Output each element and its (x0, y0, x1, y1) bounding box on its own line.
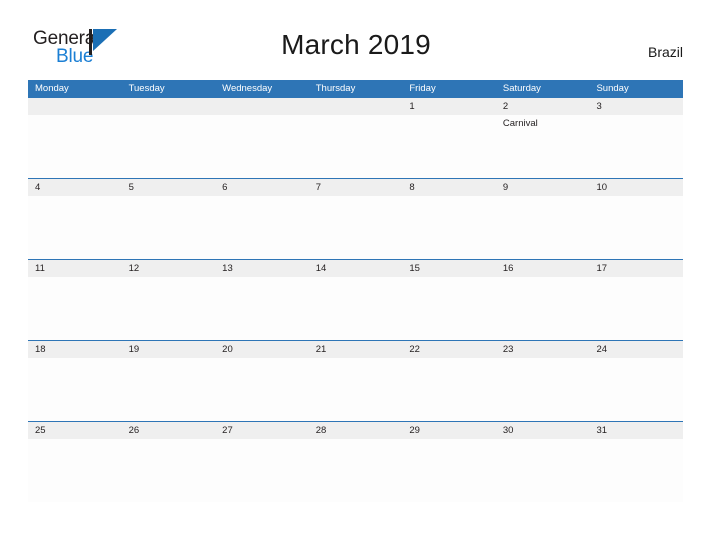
week-body-strip: Carnival (28, 115, 683, 178)
day-number[interactable]: 16 (496, 260, 590, 277)
day-cell[interactable] (589, 358, 683, 421)
day-number[interactable]: 6 (215, 179, 309, 196)
day-number[interactable]: 17 (589, 260, 683, 277)
day-cell[interactable] (28, 358, 122, 421)
day-cell[interactable]: Carnival (496, 115, 590, 178)
day-cell[interactable] (28, 196, 122, 259)
day-number[interactable]: 2 (496, 98, 590, 115)
day-cell[interactable] (28, 115, 122, 178)
day-cell[interactable] (309, 115, 403, 178)
day-number[interactable]: 27 (215, 422, 309, 439)
weekday-header-saturday: Saturday (502, 83, 541, 94)
event-label: Carnival (502, 118, 538, 129)
day-number[interactable]: 5 (122, 179, 216, 196)
day-cell[interactable] (402, 196, 496, 259)
day-number[interactable]: 11 (28, 260, 122, 277)
day-number[interactable]: 8 (402, 179, 496, 196)
day-number[interactable]: 30 (496, 422, 590, 439)
day-cell[interactable] (122, 277, 216, 340)
week-row: 25 26 27 28 29 30 31 (28, 421, 683, 502)
day-number[interactable]: 24 (589, 341, 683, 358)
day-cell[interactable] (215, 439, 309, 502)
weekday-header-thursday: Thursday (315, 83, 356, 94)
day-cell[interactable] (215, 115, 309, 178)
day-cell[interactable] (402, 277, 496, 340)
day-cell[interactable] (402, 358, 496, 421)
calendar-grid: Monday Tuesday Wednesday Thursday Friday… (28, 80, 683, 502)
day-cell[interactable] (496, 439, 590, 502)
day-number[interactable]: 13 (215, 260, 309, 277)
week-body-strip (28, 439, 683, 502)
day-number[interactable]: 7 (309, 179, 403, 196)
day-number[interactable]: 3 (589, 98, 683, 115)
week-row: 11 12 13 14 15 16 17 (28, 259, 683, 340)
day-cell[interactable] (309, 358, 403, 421)
day-cell[interactable] (28, 439, 122, 502)
page-header: General Blue March 2019 Brazil (0, 0, 712, 80)
week-day-number-strip: 25 26 27 28 29 30 31 (28, 422, 683, 439)
day-cell[interactable] (589, 439, 683, 502)
day-cell[interactable] (402, 115, 496, 178)
day-cell[interactable] (122, 196, 216, 259)
day-cell[interactable] (589, 196, 683, 259)
day-cell[interactable] (122, 439, 216, 502)
day-number[interactable]: 18 (28, 341, 122, 358)
day-number[interactable]: 12 (122, 260, 216, 277)
day-number[interactable]: 19 (122, 341, 216, 358)
day-number[interactable]: 15 (402, 260, 496, 277)
week-day-number-strip: 4 5 6 7 8 9 10 (28, 179, 683, 196)
week-row: 18 19 20 21 22 23 24 (28, 340, 683, 421)
day-number[interactable] (28, 98, 122, 115)
page-title: March 2019 (281, 29, 431, 60)
day-number[interactable] (122, 98, 216, 115)
day-cell[interactable] (589, 277, 683, 340)
weekday-header-tuesday: Tuesday (128, 83, 165, 94)
day-number[interactable]: 29 (402, 422, 496, 439)
day-number[interactable]: 21 (309, 341, 403, 358)
day-cell[interactable] (122, 358, 216, 421)
weekday-header-row: Monday Tuesday Wednesday Thursday Friday… (28, 80, 683, 97)
day-number[interactable]: 14 (309, 260, 403, 277)
day-number[interactable]: 31 (589, 422, 683, 439)
day-cell[interactable] (215, 358, 309, 421)
week-row: 1 2 3 Carnival (28, 97, 683, 178)
day-number[interactable]: 10 (589, 179, 683, 196)
day-number[interactable]: 22 (402, 341, 496, 358)
week-day-number-strip: 11 12 13 14 15 16 17 (28, 260, 683, 277)
day-number[interactable]: 25 (28, 422, 122, 439)
day-number[interactable]: 1 (402, 98, 496, 115)
week-day-number-strip: 18 19 20 21 22 23 24 (28, 341, 683, 358)
day-cell[interactable] (309, 439, 403, 502)
weekday-header-friday: Friday (409, 83, 436, 94)
day-cell[interactable] (28, 277, 122, 340)
day-cell[interactable] (496, 358, 590, 421)
week-row: 4 5 6 7 8 9 10 (28, 178, 683, 259)
day-cell[interactable] (496, 277, 590, 340)
day-number[interactable]: 28 (309, 422, 403, 439)
day-number[interactable]: 9 (496, 179, 590, 196)
week-body-strip (28, 196, 683, 259)
day-number[interactable]: 26 (122, 422, 216, 439)
day-cell[interactable] (402, 439, 496, 502)
day-cell[interactable] (215, 196, 309, 259)
week-body-strip (28, 358, 683, 421)
weekday-header-monday: Monday (35, 83, 69, 94)
day-cell[interactable] (496, 196, 590, 259)
day-cell[interactable] (309, 277, 403, 340)
day-cell[interactable] (309, 196, 403, 259)
day-cell[interactable] (589, 115, 683, 178)
weekday-header-sunday: Sunday (596, 83, 629, 94)
calendar-page: General Blue March 2019 Brazil Monday Tu… (0, 0, 712, 550)
day-number[interactable] (215, 98, 309, 115)
day-cell[interactable] (122, 115, 216, 178)
day-cell[interactable] (215, 277, 309, 340)
week-body-strip (28, 277, 683, 340)
day-number[interactable]: 4 (28, 179, 122, 196)
week-day-number-strip: 1 2 3 (28, 98, 683, 115)
day-number[interactable] (309, 98, 403, 115)
day-number[interactable]: 20 (215, 341, 309, 358)
day-number[interactable]: 23 (496, 341, 590, 358)
country-label: Brazil (647, 44, 683, 60)
weekday-header-wednesday: Wednesday (222, 83, 273, 94)
